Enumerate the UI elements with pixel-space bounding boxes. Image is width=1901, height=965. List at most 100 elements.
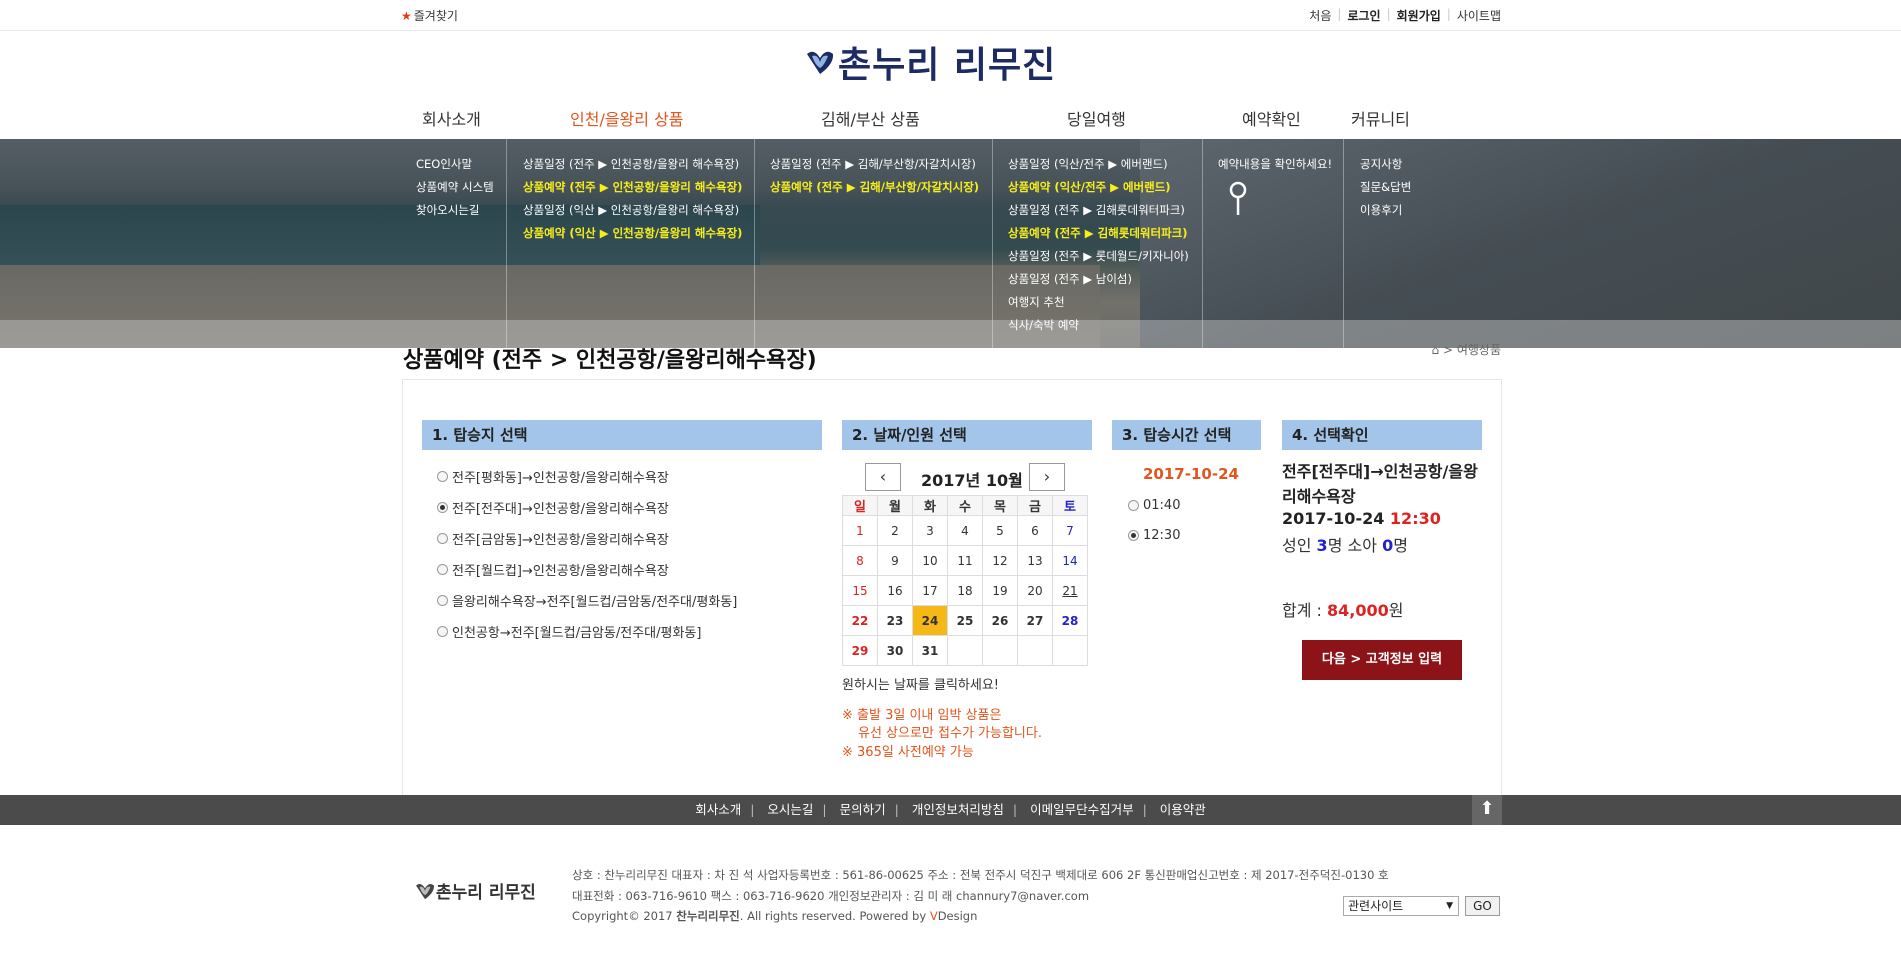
star-icon: ★ xyxy=(401,9,412,23)
radio-button[interactable] xyxy=(437,564,448,575)
calendar-day[interactable]: 30 xyxy=(877,635,913,666)
next-customer-info-button[interactable]: 다음 > 고객정보 입력 xyxy=(1302,640,1462,680)
calendar-day[interactable]: 22 xyxy=(842,605,878,636)
nav-incheon[interactable]: 인천/을왕리 상품 xyxy=(570,106,684,130)
calendar-day: 8 xyxy=(842,545,878,576)
submenu-item[interactable]: 상품예약 (전주 ▶ 김해/부산항/자갈치시장) xyxy=(770,176,979,199)
submenu-item[interactable]: CEO인사말 xyxy=(416,153,494,176)
submenu-item[interactable]: 상품예약 (익산/전주 ▶ 에버랜드) xyxy=(1008,176,1189,199)
submenu-item[interactable]: 상품일정 (익산/전주 ▶ 에버랜드) xyxy=(1008,153,1189,176)
footer-links: 회사소개 | 오시는길 | 문의하기 | 개인정보처리방침 | 이메일무단수집거부 | 이… xyxy=(695,802,1206,817)
boarding-option[interactable]: 전주[전주대]→인천공항/을왕리해수욕장 xyxy=(437,498,669,517)
radio-button[interactable] xyxy=(437,626,448,637)
calendar-day[interactable]: 25 xyxy=(947,605,983,636)
calendar-day[interactable]: 31 xyxy=(912,635,948,666)
notice-text: 유선 상으로만 접수가 가능합니다. xyxy=(858,726,1042,741)
nav-reservation[interactable]: 예약확인 xyxy=(1242,106,1301,130)
calendar-day: 19 xyxy=(982,575,1018,606)
calendar-day[interactable]: 26 xyxy=(982,605,1018,636)
logo-heart-icon xyxy=(416,883,434,899)
calendar-day[interactable]: 23 xyxy=(877,605,913,636)
submenu-item[interactable]: 상품예약 (전주 ▶ 김해롯데워터파크) xyxy=(1008,222,1189,245)
radio-button[interactable] xyxy=(437,595,448,606)
submenu-item[interactable]: 이용후기 xyxy=(1360,199,1411,222)
submenu-divider xyxy=(992,139,993,348)
footer-link[interactable]: 문의하기 xyxy=(840,802,886,817)
boarding-option[interactable]: 전주[금암동]→인천공항/을왕리해수욕장 xyxy=(437,529,669,548)
favorites-label: 즐겨찾기 xyxy=(413,9,458,23)
calendar-day: 3 xyxy=(912,515,948,546)
search-icon[interactable] xyxy=(1228,181,1248,217)
calendar-day-selected[interactable]: 24 xyxy=(912,605,948,636)
submenu-item[interactable]: 예약내용을 확인하세요! xyxy=(1218,153,1332,176)
submenu-item[interactable]: 상품예약 (익산 ▶ 인천공항/을왕리 해수욕장) xyxy=(523,222,742,245)
weekday-label: 목 xyxy=(982,495,1018,516)
submenu-item[interactable]: 식사/숙박 예약 xyxy=(1008,314,1189,337)
submenu-item[interactable]: 상품일정 (전주 ▶ 남이섬) xyxy=(1008,268,1189,291)
time-option[interactable]: 01:40 xyxy=(1128,498,1180,513)
nav-community[interactable]: 커뮤니티 xyxy=(1351,106,1410,130)
radio-button[interactable] xyxy=(437,471,448,482)
calendar-day[interactable]: 28 xyxy=(1052,605,1088,636)
prev-month-button[interactable]: ‹ xyxy=(865,463,901,491)
site-logo[interactable]: 촌누리 리무진 xyxy=(804,40,1056,86)
calendar-day-empty xyxy=(1052,635,1088,666)
scroll-top-button[interactable]: ⬆ xyxy=(1472,795,1502,825)
total-label: 합계 : xyxy=(1282,601,1322,620)
submenu-item[interactable]: 여행지 추천 xyxy=(1008,291,1189,314)
calendar-day[interactable]: 27 xyxy=(1017,605,1053,636)
calendar-hint: 원하시는 날짜를 클릭하세요! xyxy=(842,678,999,693)
favorites-link[interactable]: ★ 즐겨찾기 xyxy=(401,7,458,24)
radio-button[interactable] xyxy=(437,533,448,544)
boarding-option[interactable]: 전주[월드컵]→인천공항/을왕리해수욕장 xyxy=(437,560,669,579)
calendar-day[interactable]: 29 xyxy=(842,635,878,666)
confirm-people: 성인 3명 소아 0명 xyxy=(1282,532,1408,556)
boarding-option[interactable]: 을왕리해수욕장→전주[월드컵/금암동/전주대/평화동] xyxy=(437,591,737,610)
next-month-button[interactable]: › xyxy=(1029,463,1065,491)
sitemap-link[interactable]: 사이트맵 xyxy=(1457,7,1501,24)
submenu-item[interactable]: 상품일정 (전주 ▶ 롯데월드/키자니아) xyxy=(1008,245,1189,268)
total-price: 합계 : 84,000원 xyxy=(1282,597,1404,621)
calendar-day: 1 xyxy=(842,515,878,546)
footer-link[interactable]: 이용약관 xyxy=(1160,802,1206,817)
footer-link[interactable]: 회사소개 xyxy=(695,802,741,817)
footer-link[interactable]: 이메일무단수집거부 xyxy=(1030,802,1134,817)
go-button[interactable]: GO xyxy=(1465,896,1500,916)
login-link[interactable]: 로그인 xyxy=(1347,7,1380,24)
signup-link[interactable]: 회원가입 xyxy=(1397,7,1441,24)
radio-button[interactable] xyxy=(1128,500,1139,511)
footer-logo: 촌누리 리무진 xyxy=(414,878,536,903)
boarding-option[interactable]: 인천공항→전주[월드컵/금암동/전주대/평화동] xyxy=(437,622,701,641)
nav-company[interactable]: 회사소개 xyxy=(422,106,481,130)
submenu-item[interactable]: 상품일정 (전주 ▶ 김해/부산항/자갈치시장) xyxy=(770,153,979,176)
footer-link[interactable]: 개인정보처리방침 xyxy=(912,802,1004,817)
submenu-item[interactable]: 공지사항 xyxy=(1360,153,1411,176)
submenu-item[interactable]: 상품예약 시스템 xyxy=(416,176,494,199)
submenu-item[interactable]: 찾아오시는길 xyxy=(416,199,494,222)
submenu-divider xyxy=(1343,139,1344,348)
nav-daytrip[interactable]: 당일여행 xyxy=(1067,106,1126,130)
breadcrumb: ⌂ > 여행상품 xyxy=(1432,341,1501,358)
time-option[interactable]: 12:30 xyxy=(1128,528,1180,543)
child-label: 소아 xyxy=(1347,536,1377,555)
home-link[interactable]: 처음 xyxy=(1309,7,1331,24)
nav-gimhae[interactable]: 김해/부산 상품 xyxy=(821,106,920,130)
related-site-select[interactable]: 관련사이트 ▼ xyxy=(1343,896,1459,916)
calendar-day: 17 xyxy=(912,575,948,606)
submenu-item[interactable]: 상품예약 (전주 ▶ 인천공항/을왕리 해수욕장) xyxy=(523,176,742,199)
footer-link[interactable]: 오시는길 xyxy=(767,802,813,817)
radio-button[interactable] xyxy=(1128,530,1139,541)
total-value: 84,000 xyxy=(1327,601,1389,620)
submenu-daytrip: 상품일정 (익산/전주 ▶ 에버랜드) 상품예약 (익산/전주 ▶ 에버랜드) … xyxy=(1008,153,1189,337)
home-icon[interactable]: ⌂ xyxy=(1432,343,1440,357)
calendar-day: 7 xyxy=(1052,515,1088,546)
boarding-option[interactable]: 전주[평화동]→인천공항/을왕리해수욕장 xyxy=(437,467,669,486)
radio-button[interactable] xyxy=(437,502,448,513)
submenu-item[interactable]: 질문&답변 xyxy=(1360,176,1411,199)
weekday-label: 수 xyxy=(947,495,983,516)
calendar-day: 16 xyxy=(877,575,913,606)
logo-heart-icon xyxy=(807,51,834,74)
submenu-item[interactable]: 상품일정 (전주 ▶ 김해롯데워터파크) xyxy=(1008,199,1189,222)
submenu-item[interactable]: 상품일정 (전주 ▶ 인천공항/을왕리 해수욕장) xyxy=(523,153,742,176)
submenu-item[interactable]: 상품일정 (익산 ▶ 인천공항/을왕리 해수욕장) xyxy=(523,199,742,222)
